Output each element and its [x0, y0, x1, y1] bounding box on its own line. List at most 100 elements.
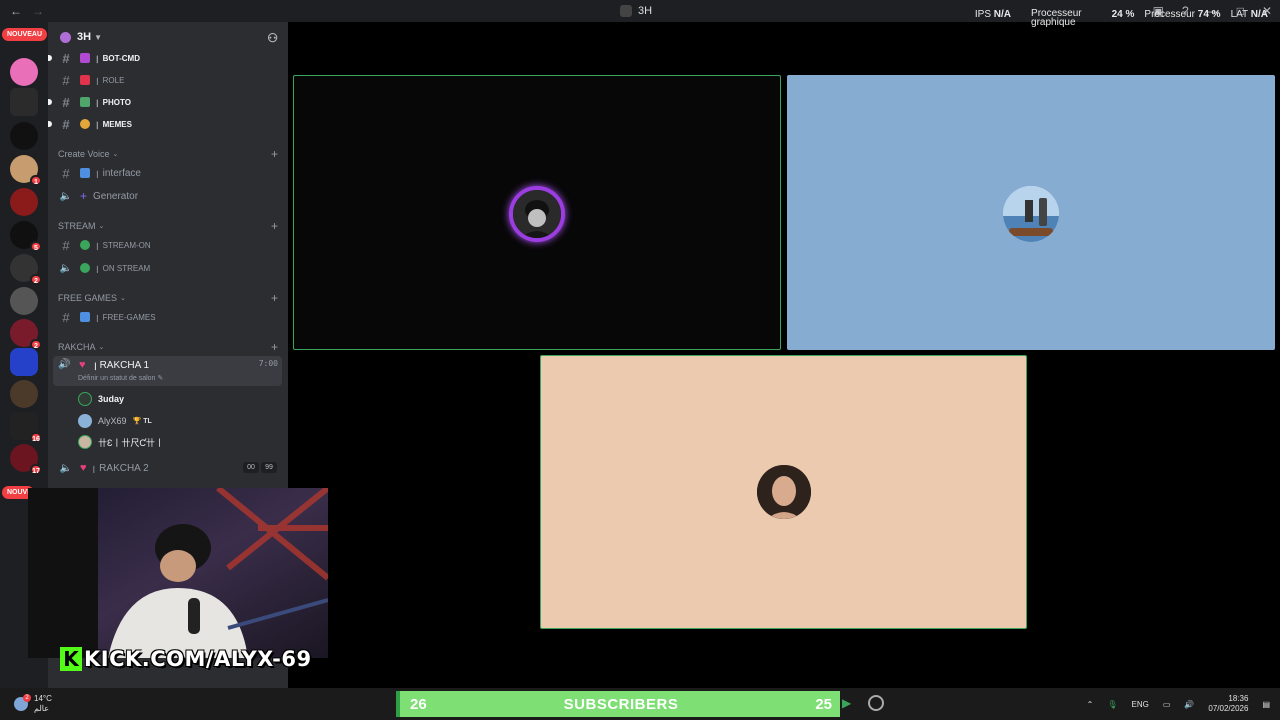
server-icon-photo[interactable]: [10, 380, 38, 408]
weather-caption: عالم: [34, 704, 49, 713]
kick-url: KICK.COM/ALYX-69: [84, 647, 312, 671]
add-channel-icon[interactable]: +: [271, 291, 278, 305]
forward-arrow-icon[interactable]: →: [32, 4, 44, 18]
voice-user-name: 3uday: [98, 394, 125, 404]
voice-user[interactable]: 卄Ɛ丨卄尺Ƈ卄丨: [78, 433, 164, 451]
text-channel-icon: #: [62, 72, 70, 88]
add-channel-icon[interactable]: +: [271, 340, 278, 354]
voice-user[interactable]: 3uday: [78, 390, 124, 408]
channel-status-prompt[interactable]: Définir un statut de salon ✎: [78, 374, 163, 382]
category-create-voice[interactable]: Create Voice ⌄ +: [58, 147, 280, 161]
channel-photo[interactable]: # ꞁ PHOTO: [48, 92, 280, 112]
weather-icon: 2: [14, 694, 31, 711]
kick-logo: K: [60, 647, 82, 671]
server-icon-person[interactable]: 2: [10, 254, 42, 285]
new-badge: NOUVEAU: [2, 28, 48, 41]
system-tray: ⌃ 🎙 ENG ▭ 🔊 18:36 07/02/2026 ▤: [1087, 688, 1270, 720]
server-name: 3H: [77, 31, 92, 43]
channel-stream-on[interactable]: # ꞁ STREAM-ON: [56, 235, 280, 255]
microphone-icon[interactable]: 🎙: [1107, 700, 1117, 709]
category-label: RAKCHA: [58, 342, 96, 352]
user-count-pill: 00: [243, 462, 259, 473]
notification-badge: 2: [30, 274, 42, 285]
category-free-games[interactable]: FREE GAMES ⌄ +: [58, 291, 280, 305]
channel-name: RAKCHA 2: [99, 462, 149, 474]
server-icon-red[interactable]: [10, 188, 38, 216]
text-channel-icon: #: [62, 116, 70, 132]
server-icon-avatar[interactable]: 1: [10, 155, 42, 186]
text-channel-icon: #: [62, 237, 70, 253]
server-icon-among-us[interactable]: [10, 348, 38, 376]
avatar: [78, 435, 92, 449]
channel-interface[interactable]: # ꞁ interface: [56, 163, 280, 183]
video-tile-user-3[interactable]: [540, 355, 1027, 629]
voice-channel-name: RAKCHA 1: [99, 360, 150, 371]
back-arrow-icon[interactable]: ←: [10, 4, 22, 18]
channel-emoji-icon: [80, 168, 90, 178]
category-stream[interactable]: STREAM ⌄ +: [58, 219, 280, 233]
notification-badge: 16: [30, 432, 42, 443]
text-channel-icon: #: [62, 165, 70, 181]
text-channel-icon: #: [62, 50, 70, 66]
channel-separator: ꞁ: [96, 239, 99, 251]
add-channel-icon[interactable]: +: [271, 147, 278, 161]
server-icon-pink[interactable]: [10, 58, 38, 86]
user-avatar: [509, 186, 565, 242]
voice-channel-rakcha-1[interactable]: 🔊 ♥ ꞁ RAKCHA 1 7:00 Définir un statut de…: [53, 356, 282, 386]
channel-free-games[interactable]: # ꞁ FREE-GAMES: [56, 307, 280, 327]
sub-goal-target: 25: [815, 695, 832, 713]
voice-channel-icon: 🔈: [59, 190, 73, 202]
category-label: FREE GAMES: [58, 293, 118, 303]
voice-channel-title: ꞁ RAKCHA 1: [94, 360, 149, 371]
voice-user[interactable]: AlyX69 🏆 TL: [78, 412, 152, 430]
performance-overlay: IPS N/A Processeur graphique 24 % Process…: [975, 9, 1268, 28]
channel-memes[interactable]: # ꞁ MEMES: [48, 114, 280, 134]
heart-icon: ♥: [80, 462, 87, 474]
user-avatar: [757, 465, 811, 519]
channel-name: BOT-CMD: [102, 53, 140, 63]
server-icon-dark[interactable]: [10, 122, 38, 150]
server-icon-ymc[interactable]: [10, 88, 38, 116]
channel-role[interactable]: # ꞁ ROLE: [56, 70, 280, 90]
video-tile-user-1[interactable]: [293, 75, 781, 350]
temperature: 14°C: [34, 694, 52, 703]
language-indicator[interactable]: ENG: [1132, 700, 1149, 709]
category-rakcha[interactable]: RAKCHA ⌄ +: [58, 340, 280, 354]
invite-people-icon[interactable]: ⚇: [267, 31, 278, 45]
channel-separator: ꞁ: [96, 167, 99, 179]
server-icon-ymc2[interactable]: 16: [10, 412, 42, 443]
app-icon[interactable]: [868, 695, 884, 711]
video-tile-user-2[interactable]: [787, 75, 1275, 350]
green-circle-icon: [80, 240, 90, 250]
voice-user-name: AlyX69: [98, 416, 127, 426]
server-icon-red3[interactable]: 17: [10, 444, 42, 475]
server-icon-c[interactable]: 5: [10, 221, 42, 252]
status-text: Définir un statut de salon: [78, 375, 156, 382]
heart-icon: ♥: [79, 359, 86, 371]
channel-name: MEMES: [102, 119, 132, 129]
channel-bot-cmd[interactable]: # ꞁ BOT-CMD: [48, 48, 280, 68]
notification-badge: 5: [30, 241, 42, 252]
channel-separator: ꞁ: [96, 74, 99, 86]
voice-channel-icon: 🔈: [59, 462, 73, 474]
network-icon[interactable]: ▭: [1163, 700, 1171, 709]
voice-timer: 7:00: [258, 359, 278, 368]
server-icon-logo[interactable]: [10, 287, 38, 315]
clock-time: 18:36: [1228, 694, 1249, 703]
chevron-down-icon: ⌄: [98, 344, 105, 351]
gpu-stat-value: 24 %: [1111, 9, 1135, 20]
channel-generator[interactable]: 🔈 + Generator: [56, 186, 280, 206]
clock[interactable]: 18:36 07/02/2026: [1208, 694, 1248, 714]
server-icon-red2[interactable]: 2: [10, 319, 42, 350]
notification-icon[interactable]: ▤: [1262, 700, 1270, 709]
volume-icon[interactable]: 🔊: [1184, 700, 1194, 709]
channel-separator: ꞁ: [96, 262, 99, 274]
weather-widget[interactable]: 2 14°C عالم: [14, 694, 52, 714]
channel-name: Generator: [93, 190, 139, 202]
chevron-up-icon[interactable]: ⌃: [1087, 700, 1094, 709]
channel-on-stream[interactable]: 🔈 ꞁ ON STREAM: [56, 258, 280, 278]
webcam-feed-image: [28, 488, 328, 658]
voice-channel-icon: 🔈: [59, 262, 73, 274]
trophy-icon: 🏆: [132, 418, 142, 425]
add-channel-icon[interactable]: +: [271, 219, 278, 233]
